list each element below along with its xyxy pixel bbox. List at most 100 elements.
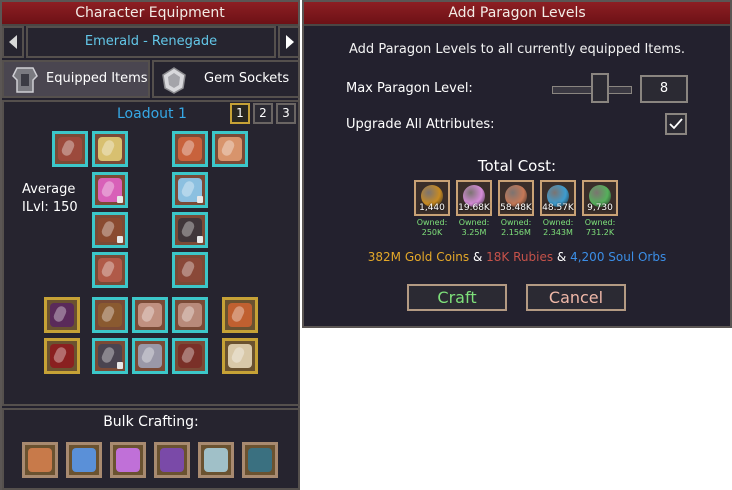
equipment-slot-scroll[interactable] (222, 338, 258, 374)
owned-value: 2.343M (543, 228, 573, 237)
upgrade-attributes-label: Upgrade All Attributes: (346, 117, 495, 132)
equipment-slot-cloak[interactable] (172, 212, 208, 248)
equipment-slot-boots[interactable] (172, 252, 208, 288)
loadout-2-button[interactable]: 2 (253, 103, 273, 124)
tab-equipped-items-label: Equipped Items (46, 71, 148, 86)
equipment-slot-ring-1[interactable] (132, 297, 168, 333)
lock-icon (117, 236, 123, 243)
cost-item: 48.57K (540, 180, 576, 216)
ilvl-label: ILvl: 150 (22, 200, 78, 215)
owned-label: Owned: (500, 218, 532, 227)
cost-value: 19.68K (458, 203, 490, 213)
orb-anvil-icon (116, 448, 140, 472)
upgrade-attributes-checkbox[interactable] (665, 113, 687, 135)
bulk-craft-hat-button[interactable] (154, 442, 190, 478)
character-name: Emerald - Renegade (84, 34, 218, 49)
equipment-slot-dagger[interactable] (52, 131, 88, 167)
loadout-2-label: 2 (259, 106, 267, 120)
lock-icon (197, 236, 203, 243)
lock-icon (197, 196, 203, 203)
equipment-slot-bracer[interactable] (172, 172, 208, 208)
feather-anvil-icon (72, 448, 96, 472)
owned-label: Owned: (542, 218, 574, 227)
owned-amount: Owned: 731.2K (578, 218, 622, 238)
slider-thumb[interactable] (591, 73, 609, 103)
cost-item: 9,730 (582, 180, 618, 216)
loadout-3-button[interactable]: 3 (276, 103, 296, 124)
bulk-craft-fire-button[interactable] (22, 442, 58, 478)
equipment-slot-helm[interactable] (92, 131, 128, 167)
equipment-slot-shoulder-left[interactable] (172, 131, 208, 167)
fire-anvil-icon (28, 448, 52, 472)
totals-line: 382M Gold Coins & 18K Rubies & 4,200 Sou… (304, 250, 730, 264)
loadout-1-button[interactable]: 1 (230, 103, 250, 124)
equipment-slot-trinket[interactable] (222, 297, 258, 333)
totals-separator-2: & (553, 250, 571, 264)
next-character-button[interactable] (278, 26, 300, 58)
max-paragon-value-field[interactable]: 8 (640, 75, 688, 103)
cost-value: 48.57K (542, 203, 574, 213)
lock-icon (117, 362, 123, 369)
owned-label: Owned: (458, 218, 490, 227)
bulk-crafting-title: Bulk Crafting: (103, 414, 199, 430)
cancel-button[interactable]: Cancel (526, 284, 626, 311)
equipment-slot-shield[interactable] (132, 338, 168, 374)
equipment-slot-belt[interactable] (92, 297, 128, 333)
equipment-slot-gloves[interactable] (92, 252, 128, 288)
paragon-slider[interactable] (552, 73, 632, 103)
craft-button[interactable]: Craft (407, 284, 507, 311)
bulk-craft-ring-button[interactable] (198, 442, 234, 478)
total-gold: 382M Gold Coins (367, 250, 470, 264)
dialog-description: Add Paragon Levels to all currently equi… (349, 42, 685, 57)
panel-title: Character Equipment (2, 2, 298, 26)
dialog-title: Add Paragon Levels (304, 2, 730, 26)
owned-value: 3.25M (461, 228, 487, 237)
gem-icon (162, 67, 186, 94)
cost-value: 58.48K (500, 203, 532, 213)
lock-icon (117, 196, 123, 203)
cost-item: 1,440 (414, 180, 450, 216)
equipment-slot-ring-2[interactable] (172, 297, 208, 333)
tab-gem-sockets-label: Gem Sockets (204, 71, 290, 86)
equipment-slot-offhand[interactable] (44, 338, 80, 374)
owned-value: 250K (421, 228, 443, 237)
loadout-label: Loadout 1 (117, 106, 187, 122)
total-soul-orbs: 4,200 Soul Orbs (570, 250, 667, 264)
equipment-slot-amulet[interactable] (92, 172, 128, 208)
loadout-3-label: 3 (282, 106, 290, 120)
owned-amount: Owned: 250K (410, 218, 454, 238)
owned-amount: Owned: 2.343M (536, 218, 580, 238)
totals-separator-1: & (469, 250, 487, 264)
equipment-slot-shoulder-right[interactable] (212, 131, 248, 167)
checkmark-icon (669, 118, 683, 130)
equipment-slot-staff[interactable] (44, 297, 80, 333)
character-equipment-panel: Character Equipment Emerald - Renegade E… (0, 0, 300, 490)
owned-label: Owned: (584, 218, 616, 227)
character-selector[interactable]: Emerald - Renegade (26, 26, 276, 58)
bulk-craft-gem-button[interactable] (242, 442, 278, 478)
average-label: Average (22, 182, 76, 197)
owned-amount: Owned: 3.25M (452, 218, 496, 238)
cost-item: 58.48K (498, 180, 534, 216)
hat-anvil-icon (160, 448, 184, 472)
total-rubies: 18K Rubies (486, 250, 554, 264)
loadout-1-label: 1 (236, 106, 244, 120)
bulk-craft-orb-button[interactable] (110, 442, 146, 478)
prev-character-button[interactable] (2, 26, 24, 58)
cancel-button-label: Cancel (548, 288, 604, 307)
tab-equipped-items[interactable]: Equipped Items (2, 60, 150, 98)
equipment-slot-pants[interactable] (92, 338, 128, 374)
chevron-left-icon (9, 35, 17, 49)
cost-item: 19.68K (456, 180, 492, 216)
chevron-right-icon (286, 35, 294, 49)
cost-value: 1,440 (419, 203, 445, 213)
equipment-slot-chest[interactable] (92, 212, 128, 248)
equipment-slot-relic[interactable] (172, 338, 208, 374)
cost-value: 9,730 (587, 203, 613, 213)
tab-gem-sockets[interactable]: Gem Sockets (152, 60, 300, 98)
gem-anvil-icon (248, 448, 272, 472)
max-paragon-value: 8 (659, 81, 669, 96)
owned-label: Owned: (416, 218, 448, 227)
add-paragon-levels-dialog: Add Paragon Levels Add Paragon Levels to… (302, 0, 732, 328)
bulk-craft-feather-button[interactable] (66, 442, 102, 478)
